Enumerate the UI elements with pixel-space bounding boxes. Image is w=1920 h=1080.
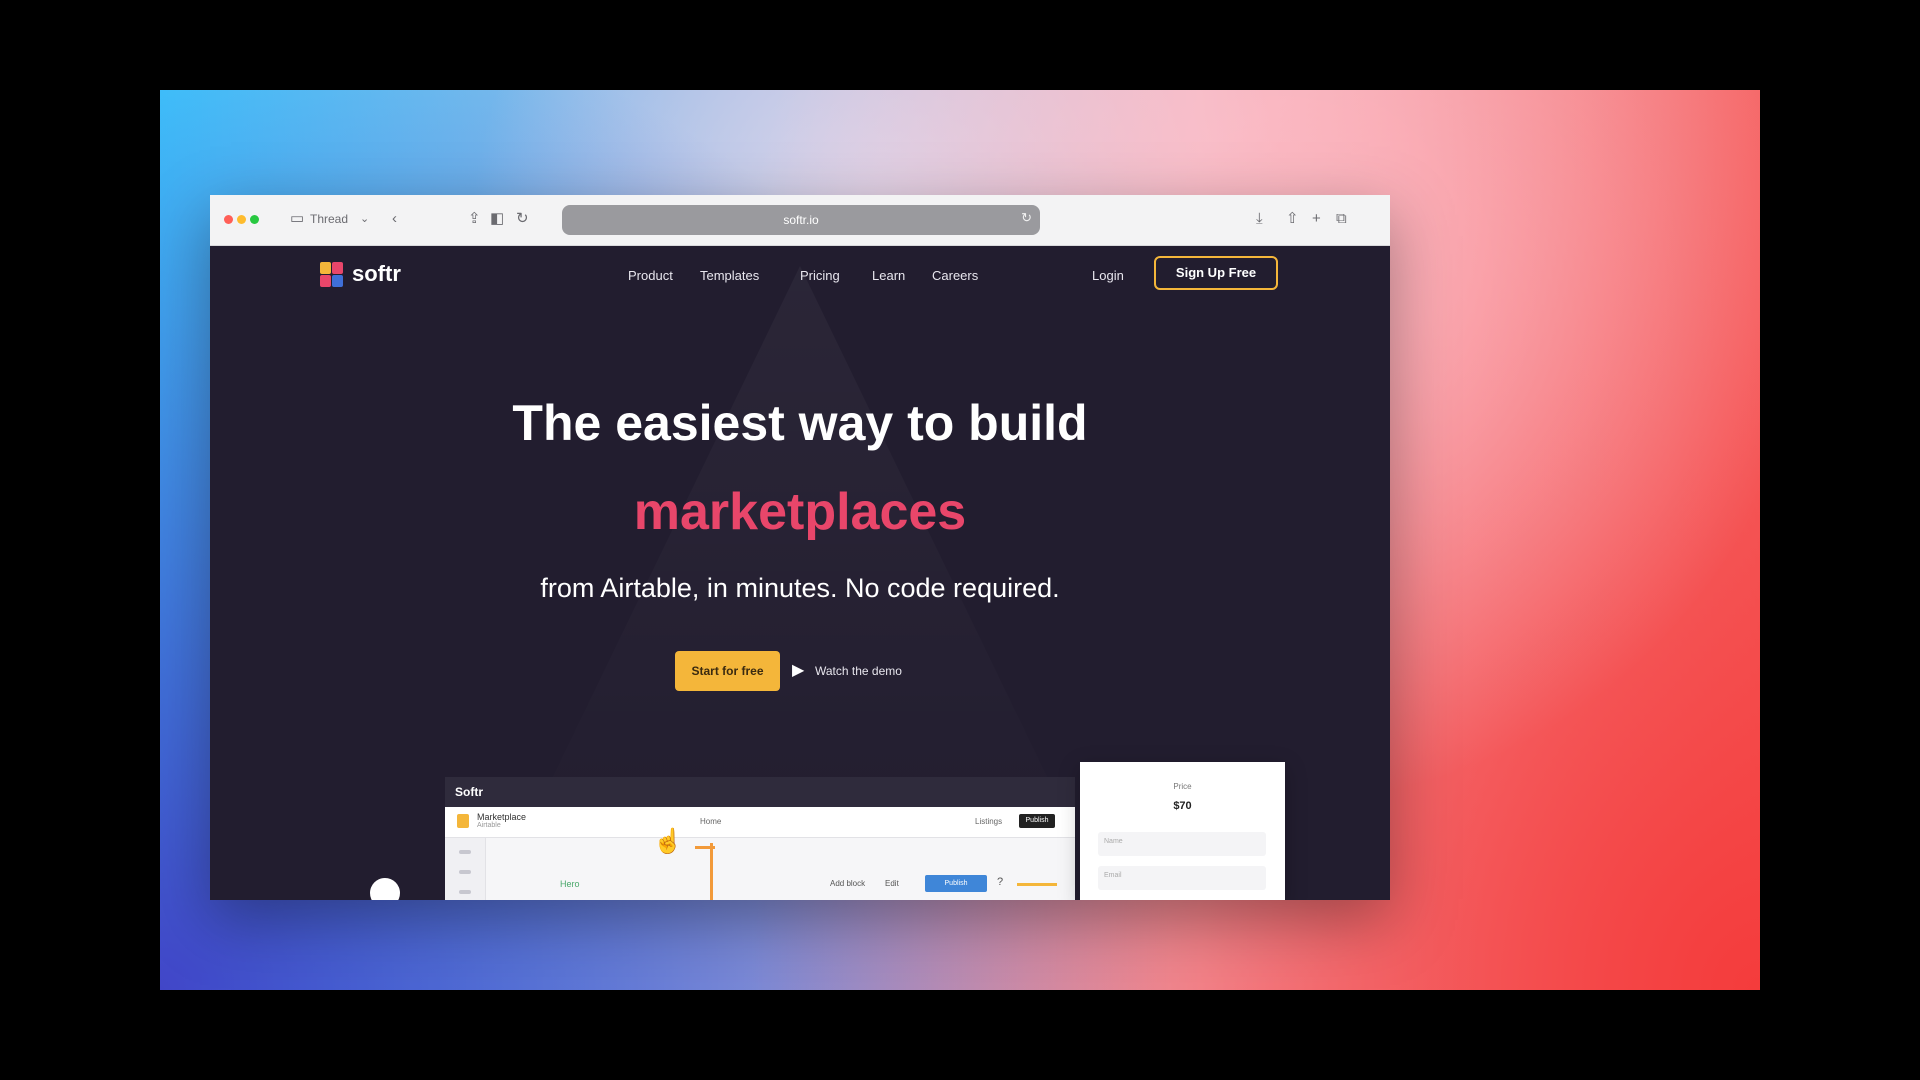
- preview-dark-button: Publish: [1019, 814, 1055, 828]
- preview-row-text: Add block: [830, 879, 866, 888]
- chevron-down-icon[interactable]: ⌄: [360, 209, 369, 229]
- preview-nav-listings: Listings: [975, 817, 1003, 826]
- zoom-window-button[interactable]: [250, 215, 259, 224]
- sidebar-icon[interactable]: ▭: [290, 209, 304, 229]
- preview-sidebar: [445, 838, 486, 900]
- minimize-window-button[interactable]: [237, 215, 246, 224]
- product-preview: Softr Marketplace Airtable Home Listings…: [445, 777, 1075, 900]
- hand-cursor-icon: ☝: [653, 828, 683, 855]
- panel-field-label: Email: [1104, 872, 1122, 879]
- close-window-button[interactable]: [224, 215, 233, 224]
- preview-side-panel: Price $70 Name Email: [1080, 762, 1285, 900]
- new-tab-icon[interactable]: +: [1312, 209, 1321, 229]
- help-icon: ?: [997, 876, 1004, 888]
- panel-label: Price: [1173, 782, 1192, 791]
- preview-topbar: Softr: [445, 777, 1075, 807]
- nav-item-learn[interactable]: Learn: [872, 268, 905, 284]
- browser-toolbar: ▭ Thread ⌄ ‹ ⇪ ◧ ↻ softr.io ↻ ⤓ ⇧ + ⧉: [210, 195, 1390, 246]
- preview-app-sub: Airtable: [477, 822, 501, 829]
- nav-item-careers[interactable]: Careers: [932, 268, 978, 284]
- preview-logo-icon: [457, 814, 469, 828]
- preview-orange-line: [1017, 883, 1057, 886]
- signup-button[interactable]: Sign Up Free: [1154, 256, 1278, 290]
- preview-selection-line: [710, 843, 713, 900]
- browser-window: ▭ Thread ⌄ ‹ ⇪ ◧ ↻ softr.io ↻ ⤓ ⇧ + ⧉ so…: [210, 195, 1390, 900]
- nav-item-pricing[interactable]: Pricing: [800, 268, 840, 284]
- hero-highlight: marketplaces: [633, 483, 967, 541]
- login-link[interactable]: Login: [1092, 268, 1124, 284]
- panel-price: $70: [1173, 800, 1192, 812]
- download-icon[interactable]: ⤓: [1256, 209, 1263, 229]
- preview-topbar-label: Softr: [455, 785, 483, 799]
- preview-side-icon: [459, 890, 471, 894]
- preview-row-text: Edit: [885, 879, 899, 888]
- website-content: softr Product Templates Pricing Learn Ca…: [210, 246, 1390, 900]
- panel-field: Email: [1098, 866, 1266, 890]
- back-icon[interactable]: ‹: [392, 209, 397, 229]
- preview-side-icon: [459, 870, 471, 874]
- play-icon[interactable]: ▶: [792, 659, 804, 683]
- preview-side-icon: [459, 850, 471, 854]
- url-text: softr.io: [783, 213, 819, 227]
- tab-group-label[interactable]: Thread: [310, 209, 348, 229]
- watch-demo-link[interactable]: Watch the demo: [815, 661, 902, 681]
- url-reload-icon[interactable]: ↻: [1021, 210, 1032, 226]
- chat-bubble-icon[interactable]: [370, 878, 400, 900]
- tabs-overview-icon[interactable]: ⧉: [1336, 209, 1347, 229]
- preview-green-text: Hero: [560, 879, 580, 889]
- logo-mark-icon: [320, 262, 344, 288]
- reload-icon[interactable]: ↻: [516, 209, 529, 229]
- logo-text: softr: [352, 261, 401, 286]
- preview-app-name: Marketplace: [477, 812, 527, 822]
- nav-item-product[interactable]: Product: [628, 268, 673, 284]
- preview-blue-button: Publish: [925, 875, 987, 892]
- preview-nav-home: Home: [700, 817, 722, 826]
- panel-field-label: Name: [1104, 838, 1123, 845]
- address-bar[interactable]: softr.io ↻: [562, 205, 1040, 235]
- share-icon[interactable]: ⇪: [468, 209, 481, 229]
- nav-item-templates[interactable]: Templates: [700, 268, 759, 284]
- hero-subtitle: from Airtable, in minutes. No code requi…: [540, 573, 1060, 603]
- start-free-button[interactable]: Start for free: [675, 651, 780, 691]
- share-tab-icon[interactable]: ⇧: [1286, 209, 1299, 229]
- hero-title: The easiest way to build: [512, 395, 1088, 451]
- panel-field: Name: [1098, 832, 1266, 856]
- shield-icon[interactable]: ◧: [490, 209, 504, 229]
